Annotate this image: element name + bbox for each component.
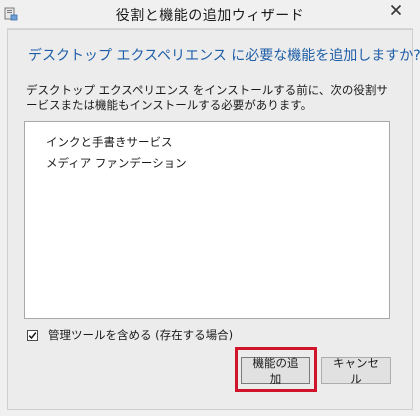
list-item[interactable]: メディア ファンデーション	[46, 155, 187, 171]
window-frame-left	[0, 28, 7, 416]
include-management-tools-label: 管理ツールを含める (存在する場合)	[48, 328, 234, 342]
required-features-list[interactable]: インクと手書きサービス メディア ファンデーション	[24, 121, 390, 319]
dialog-description: デスクトップ エクスペリエンス をインストールする前に、次の役割サービスまたは機…	[26, 83, 388, 112]
dialog-heading: デスクトップ エクスペリエンス に必要な機能を追加しますか?	[28, 48, 420, 64]
window-frame-right	[413, 28, 420, 416]
window-title: 役割と機能の追加ウィザード	[115, 8, 305, 24]
close-button[interactable]	[378, 0, 414, 22]
include-management-tools-option[interactable]: 管理ツールを含める (存在する場合)	[27, 327, 233, 343]
add-roles-features-wizard-dialog: 役割と機能の追加ウィザード デスクトップ エクスペリエンス に必要な機能を追加し…	[0, 0, 420, 416]
add-features-button[interactable]: 機能の追加	[241, 357, 310, 386]
cancel-button[interactable]: キャンセル	[321, 357, 391, 386]
checkmark-icon	[28, 331, 37, 339]
title-bar[interactable]: 役割と機能の追加ウィザード	[0, 0, 420, 29]
close-icon	[390, 4, 402, 19]
window-frame-bottom	[0, 410, 420, 416]
list-item[interactable]: インクと手書きサービス	[46, 134, 173, 150]
include-management-tools-checkbox[interactable]	[27, 329, 38, 341]
dialog-content: デスクトップ エクスペリエンス に必要な機能を追加しますか? デスクトップ エク…	[7, 29, 420, 410]
